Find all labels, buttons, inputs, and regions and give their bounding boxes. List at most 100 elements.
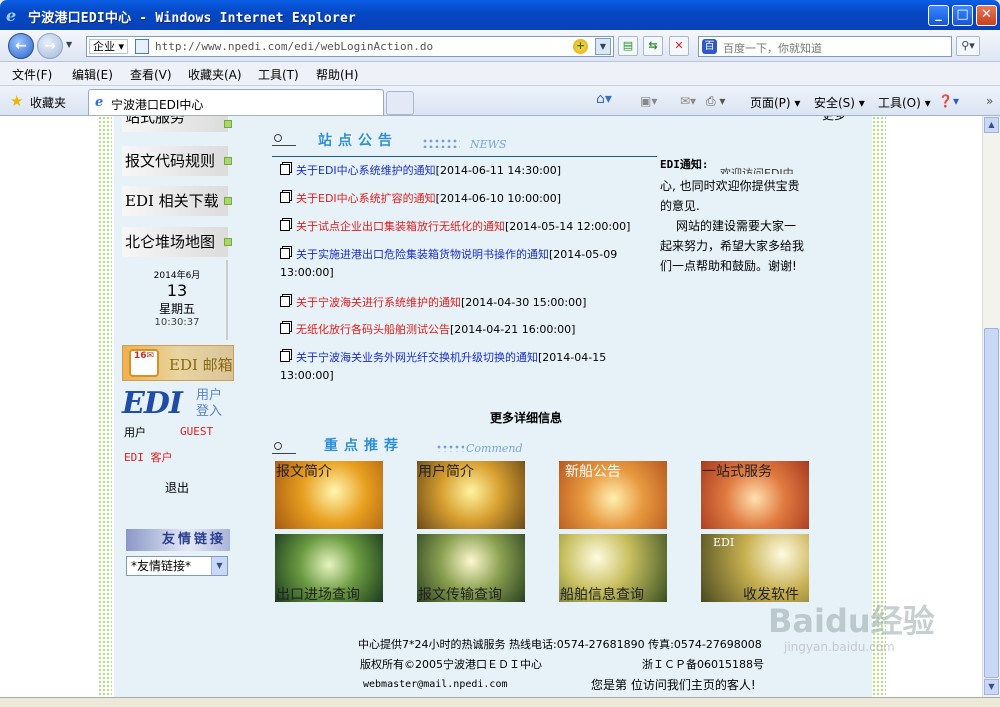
calendar-month: 2014年6月 [153,271,201,281]
menu-bar: 文件(F) 编辑(E) 查看(V) 收藏夹(A) 工具(T) 帮助(H) [0,62,1000,86]
tools-menu[interactable]: 工具(O) ▾ [878,94,931,111]
login-label-2: 登入 [196,404,223,419]
user-value: GUEST [180,425,214,438]
document-icon [280,296,290,307]
safety-menu[interactable]: 安全(S) ▾ [814,94,865,111]
favorites-bar: ★ 收藏夹 e 宁波港口EDI中心 ⌂▾ ▣▾ ✉▾ ⎙ ▾ 页面(P) ▾ 安… [0,86,1000,116]
ie-logo-icon: e [6,6,17,25]
refresh-icon[interactable]: ⇆ [643,36,663,56]
recommend-title: 重点推荐 [324,438,404,454]
notice-item[interactable]: 关于宁波海关进行系统维护的通知[2014-04-30 15:00:00] [280,294,652,312]
menu-file[interactable]: 文件(F) [12,66,52,83]
footer-visitor-count: 您是第 位访问我们主页的客人! [591,678,756,692]
tile-transmission-query[interactable]: 报文传输查询 [417,534,525,602]
help-icon[interactable]: ❓▾ [938,94,959,108]
tile-send-receive-software[interactable]: EDI 收发软件 [701,534,809,602]
bullet-icon [224,238,232,246]
more-info-link[interactable]: 更多详细信息 [490,409,562,426]
logout-link[interactable]: 退出 [165,479,189,496]
print-icon[interactable]: ⎙ ▾ [706,94,725,109]
header-deco-icon [272,132,296,146]
scroll-thumb[interactable] [984,328,999,678]
address-input[interactable]: http://www.npedi.com/edi/webLoginAction.… [155,40,433,53]
header-deco-icon [272,440,296,454]
sidebar-link-downloads[interactable]: EDI 相关下载 [122,186,228,216]
tile-export-query[interactable]: 出口进场查询 [275,534,383,602]
minimize-button[interactable]: _ [928,5,949,26]
browser-window: e 宁波港口EDI中心 - Windows Internet Explorer … [0,0,1000,707]
document-icon [280,351,290,362]
notice-item[interactable]: 无纸化放行各码头船舶测试公告[2014-04-21 16:00:00] [280,321,652,339]
menu-favorites[interactable]: 收藏夹(A) [188,66,242,83]
address-bar[interactable]: 企业 ▾ http://www.npedi.com/edi/webLoginAc… [86,36,614,57]
recommend-subtitle: Commend [466,442,523,455]
notice-item[interactable]: 关于实施进港出口危险集装箱货物说明书操作的通知[2014-05-09 13:00… [280,246,652,282]
bullet-icon [224,157,232,165]
toolbar-overflow-icon[interactable]: » [986,94,993,108]
tile-new-ship[interactable]: 新船公告 [559,461,667,529]
tile-message-intro[interactable]: 报文简介 [275,461,383,529]
search-input[interactable]: 百度一下，你就知道 [723,40,822,56]
document-icon [280,192,290,203]
new-tab-button[interactable] [386,91,414,115]
document-icon [280,164,290,175]
notice-item[interactable]: 关于EDI中心系统维护的通知[2014-06-11 14:30:00] [280,162,652,180]
document-icon [280,323,290,334]
sidebar-link-yard-map[interactable]: 北仑堆场地图 [122,227,228,257]
footer-email[interactable]: webmaster@mail.npedi.com [363,679,508,690]
tab-title: 宁波港口EDI中心 [111,98,204,112]
tile-user-intro[interactable]: 用户简介 [417,461,525,529]
mail-icon: 16✉ [129,349,159,377]
notice-item[interactable]: 关于试点企业出口集装箱放行无纸化的通知[2014-05-14 12:00:00] [280,218,652,236]
friend-links-select[interactable]: *友情链接* ▼ [126,556,228,576]
menu-edit[interactable]: 编辑(E) [72,66,113,83]
tile-one-stop[interactable]: 一站式服务 [701,461,809,529]
stop-icon[interactable]: ✕ [669,36,689,56]
address-dropdown-icon[interactable]: ▼ [595,38,611,55]
history-dropdown-icon[interactable]: ▼ [66,40,72,49]
scroll-down-icon[interactable]: ▼ [984,679,999,695]
search-button[interactable]: ⚲▾ [956,36,980,56]
encoding-label[interactable]: 企业 ▾ [89,39,129,54]
edi-login-button[interactable]: EDI 用户 登入 [122,384,234,422]
notice-item[interactable]: 关于宁波海关业务外网光纤交换机升级切换的通知[2014-04-15 13:00:… [280,349,652,385]
favorites-label[interactable]: 收藏夹 [30,94,66,111]
scroll-up-icon[interactable]: ▲ [984,117,999,133]
compatibility-icon[interactable]: + [573,39,588,54]
mail-icon[interactable]: ✉▾ [680,94,696,108]
forward-button[interactable]: → [37,33,63,59]
menu-view[interactable]: 查看(V) [130,66,172,83]
maximize-button[interactable]: □ [952,5,973,26]
page-icon [135,39,149,54]
back-button[interactable]: ← [8,33,34,59]
footer-hotline: 中心提供7*24小时的热诚服务 热线电话:0574-27681890 传真:05… [358,638,762,651]
recommend-header: 重点推荐 Commend [272,434,532,460]
close-button[interactable]: ✕ [976,5,997,26]
home-icon[interactable]: ⌂▾ [596,91,612,107]
baidu-watermark: Baidu经验 jingyan.baidu.com [768,602,935,654]
calendar-weekday: 星期五 [158,302,195,316]
search-box[interactable]: 百 百度一下，你就知道 [698,36,952,57]
edi-notice-p1: 心, 也同时欢迎你提供宝贵的意见. [660,179,800,213]
document-icon [280,248,290,259]
tile-ship-query[interactable]: 船舶信息查询 [559,534,667,602]
sidebar-link-onestop[interactable]: 站式服务 [122,116,228,132]
favorites-star-icon[interactable]: ★ [10,92,23,110]
notice-item[interactable]: 关于EDI中心系统扩容的通知[2014-06-10 10:00:00] [280,190,652,208]
edi-mail-button[interactable]: 16✉ EDI 邮箱 [122,345,234,381]
footer-copyright: 版权所有©2005宁波港口ＥＤＩ中心 [360,658,542,671]
edi-notice-p2: 网站的建设需要大家一起来努力，希望大家多给我们一点帮助和鼓励。谢谢! [660,219,805,273]
menu-tools[interactable]: 工具(T) [258,66,299,83]
page-menu[interactable]: 页面(P) ▾ [750,94,800,111]
user-label: 用户 [124,426,146,439]
page-viewport: 站式服务 报文代码规则 EDI 相关下载 北仑堆场地图 2014年6月 13 星… [0,116,982,697]
chevron-down-icon[interactable]: ▼ [211,557,227,575]
menu-help[interactable]: 帮助(H) [316,66,358,83]
vertical-scrollbar[interactable]: ▲ ▼ [982,116,1000,697]
sidebar-link-codes[interactable]: 报文代码规则 [122,146,228,176]
feeds-icon[interactable]: ▣▾ [640,94,657,108]
edi-logo: EDI [122,386,183,421]
notice-header: 站点公告 NEWS [272,130,662,157]
tab-current[interactable]: e 宁波港口EDI中心 [88,89,384,115]
compat-view-icon[interactable]: ▤ [618,36,638,56]
